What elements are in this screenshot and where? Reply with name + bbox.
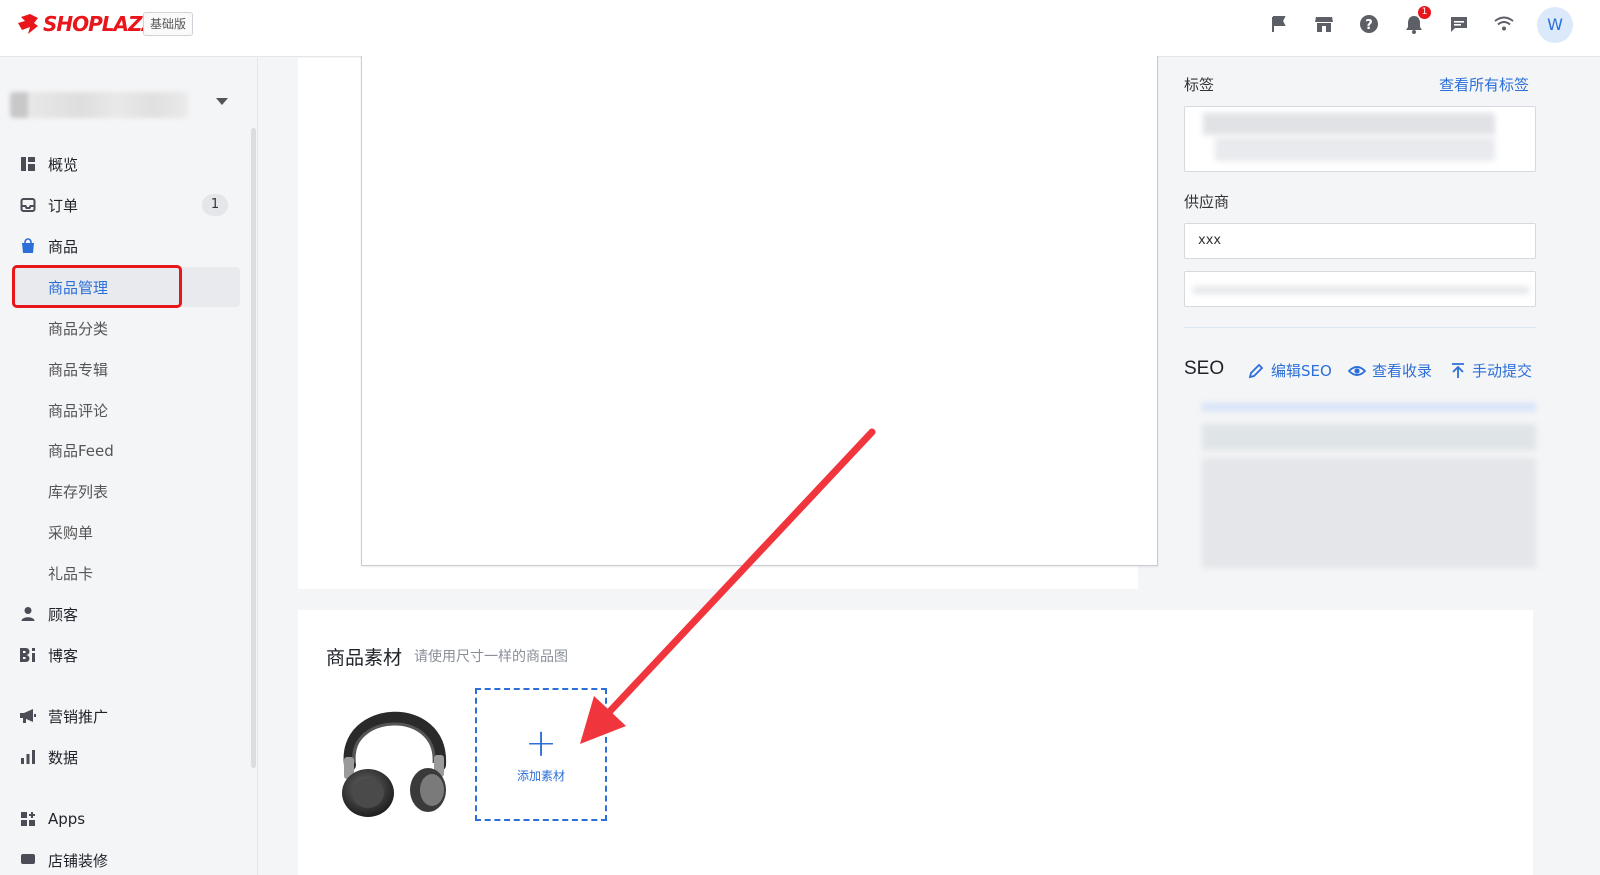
sidebar-item-label: 店铺装修 [48, 851, 109, 870]
product-material-card: 商品素材 请使用尺寸一样的商品图 + 添加素材 [298, 610, 1533, 875]
blog-icon [19, 646, 37, 664]
user-avatar[interactable]: W [1537, 7, 1573, 43]
sidebar-item-label: 采购单 [48, 523, 94, 542]
message-icon[interactable] [1448, 13, 1470, 35]
sidebar-item-gift-cards[interactable]: 礼品卡 [0, 553, 250, 593]
pencil-icon [1248, 363, 1264, 378]
sidebar-item-customers[interactable]: 顾客 [0, 594, 250, 634]
section-divider [1184, 327, 1536, 328]
apps-icon [19, 810, 37, 828]
sidebar-item-purchase-orders[interactable]: 采购单 [0, 512, 250, 552]
edit-seo-button[interactable]: 编辑SEO [1247, 360, 1332, 381]
flag-icon[interactable] [1268, 13, 1290, 35]
sidebar-item-label: 营销推广 [48, 707, 109, 726]
sidebar-item-store-design[interactable]: 店铺装修 [0, 840, 250, 875]
redacted-value [1193, 286, 1529, 294]
top-bar: SHOPLAZZA 基础版 ? 1 W [0, 0, 1600, 57]
material-hint: 请使用尺寸一样的商品图 [414, 649, 568, 665]
edit-seo-label: 编辑SEO [1271, 362, 1332, 380]
add-material-label: 添加素材 [516, 769, 565, 783]
sidebar-item-inventory[interactable]: 库存列表 [0, 471, 250, 511]
add-material-button[interactable]: + 添加素材 [475, 688, 607, 821]
redacted-seo-title [1202, 424, 1536, 450]
bell-icon[interactable]: 1 [1403, 6, 1431, 35]
megaphone-icon [19, 707, 37, 725]
material-title: 商品素材 [326, 647, 403, 669]
dashboard-icon [19, 155, 37, 173]
svg-text:?: ? [1365, 18, 1373, 33]
sidebar-item-marketing[interactable]: 营销推广 [0, 696, 250, 736]
bar-chart-icon [19, 748, 37, 766]
redacted-seo-url [1202, 403, 1536, 411]
sidebar-item-label: Apps [48, 810, 86, 828]
manual-submit-button[interactable]: 手动提交 [1450, 360, 1532, 381]
sidebar-item-analytics[interactable]: 数据 [0, 737, 250, 777]
rich-text-editor[interactable] [361, 56, 1158, 566]
tags-label: 标签 [1184, 76, 1215, 94]
tags-input[interactable] [1184, 106, 1536, 172]
notification-count-badge: 1 [1418, 6, 1431, 19]
sidebar-item-products[interactable]: 商品 [0, 226, 250, 266]
annotation-highlight-box [12, 265, 182, 308]
sidebar-item-label: 博客 [48, 646, 79, 665]
sidebar-item-product-categories[interactable]: 商品分类 [0, 308, 250, 348]
main-content: 标签 查看所有标签 供应商 xxx SEO 编辑SEO 查看收录 手动提交 商品… [258, 56, 1600, 875]
sidebar-item-label: 数据 [48, 748, 79, 767]
view-index-button[interactable]: 查看收录 [1348, 360, 1432, 381]
store-name-redacted [10, 92, 188, 118]
view-index-label: 查看收录 [1372, 362, 1433, 380]
sidebar-item-overview[interactable]: 概览 [0, 144, 250, 184]
store-switcher[interactable] [10, 80, 230, 120]
sidebar-item-label: 商品分类 [48, 319, 109, 338]
sidebar-item-product-reviews[interactable]: 商品评论 [0, 390, 250, 430]
redacted-seo-description [1202, 458, 1536, 568]
sidebar-item-label: 概览 [48, 155, 79, 174]
product-organization-panel: 标签 查看所有标签 供应商 xxx SEO 编辑SEO 查看收录 手动提交 [1160, 58, 1562, 589]
description-card [298, 56, 1158, 589]
vendor-input[interactable]: xxx [1184, 223, 1536, 259]
eye-icon [1348, 365, 1366, 376]
sidebar-item-blog[interactable]: 博客 [0, 635, 250, 675]
sidebar-item-label: 商品 [48, 237, 79, 256]
redacted-input[interactable] [1184, 271, 1536, 307]
plan-badge: 基础版 [143, 12, 194, 36]
upload-icon [1452, 362, 1464, 378]
sidebar-scrollbar[interactable] [251, 128, 256, 768]
sidebar: 概览 订单 1 商品 商品管理 商品分类 商品专辑 商品评论 商品Feed 库存… [0, 58, 258, 875]
sidebar-item-label: 商品Feed [48, 441, 114, 460]
seo-title: SEO [1184, 358, 1225, 379]
sidebar-item-label: 商品评论 [48, 401, 109, 420]
person-icon [19, 605, 37, 623]
shopping-bag-icon [19, 237, 37, 255]
caret-down-icon [216, 98, 228, 105]
sidebar-item-orders[interactable]: 订单 1 [0, 185, 250, 225]
headphones-image [342, 711, 447, 817]
sidebar-item-label: 库存列表 [48, 482, 109, 501]
sidebar-item-label: 订单 [48, 196, 79, 215]
store-icon[interactable] [1313, 13, 1335, 35]
view-all-tags-link[interactable]: 查看所有标签 [1439, 74, 1529, 95]
sidebar-item-label: 商品专辑 [48, 360, 109, 379]
inbox-icon [19, 196, 37, 214]
help-icon[interactable]: ? [1358, 13, 1380, 35]
redacted-tags [1203, 113, 1495, 135]
sidebar-item-label: 礼品卡 [48, 564, 94, 583]
sidebar-item-label: 顾客 [48, 605, 79, 624]
manual-submit-label: 手动提交 [1472, 362, 1533, 380]
sidebar-item-product-feed[interactable]: 商品Feed [0, 430, 250, 470]
redacted-tags [1215, 137, 1495, 161]
paint-icon [19, 851, 37, 869]
sidebar-item-apps[interactable]: Apps [0, 799, 250, 839]
shoplazza-logo-icon [18, 14, 38, 34]
orders-count-badge: 1 [202, 194, 228, 216]
plus-icon: + [525, 721, 557, 765]
sidebar-item-product-collections[interactable]: 商品专辑 [0, 349, 250, 389]
vendor-label: 供应商 [1184, 193, 1230, 211]
product-image-headphones[interactable] [328, 685, 458, 820]
wifi-icon[interactable] [1493, 13, 1515, 35]
